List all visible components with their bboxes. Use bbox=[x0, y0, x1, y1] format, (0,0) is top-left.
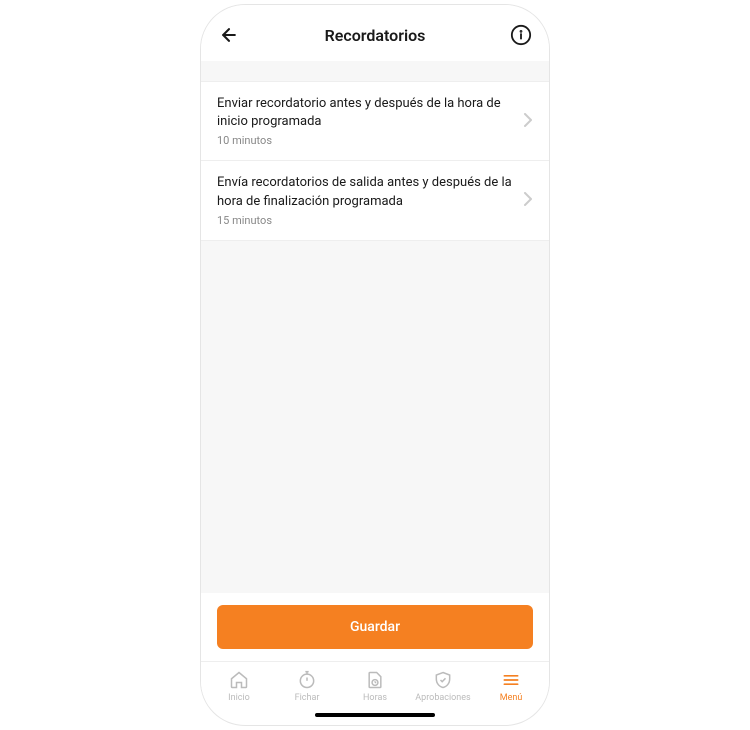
item-text: Enviar recordatorio antes y después de l… bbox=[217, 95, 523, 147]
stopwatch-icon bbox=[297, 670, 317, 690]
tab-menu[interactable]: Menú bbox=[477, 670, 545, 703]
tab-inicio[interactable]: Inicio bbox=[205, 670, 273, 703]
tab-label: Horas bbox=[363, 693, 387, 703]
chevron-right-icon bbox=[523, 191, 533, 210]
reminder-end-item[interactable]: Envía recordatorios de salida antes y de… bbox=[201, 161, 549, 240]
home-indicator bbox=[315, 713, 435, 717]
item-title: Enviar recordatorio antes y después de l… bbox=[217, 95, 513, 131]
tab-label: Inicio bbox=[228, 693, 250, 703]
arrow-left-icon bbox=[219, 25, 239, 45]
item-text: Envía recordatorios de salida antes y de… bbox=[217, 174, 523, 226]
tab-fichar[interactable]: Fichar bbox=[273, 670, 341, 703]
tab-label: Menú bbox=[500, 693, 523, 703]
menu-icon bbox=[501, 670, 521, 690]
shield-check-icon bbox=[433, 670, 453, 690]
item-subtitle: 15 minutos bbox=[217, 214, 513, 227]
back-button[interactable] bbox=[217, 23, 241, 47]
tab-aprobaciones[interactable]: Aprobaciones bbox=[409, 670, 477, 703]
home-icon bbox=[229, 670, 249, 690]
save-button[interactable]: Guardar bbox=[217, 605, 533, 649]
tab-label: Aprobaciones bbox=[415, 693, 470, 703]
chevron-right-icon bbox=[523, 112, 533, 131]
phone-frame: Recordatorios Enviar recordatorio antes … bbox=[201, 5, 549, 725]
item-subtitle: 10 minutos bbox=[217, 134, 513, 147]
timesheet-icon bbox=[365, 670, 385, 690]
tab-label: Fichar bbox=[295, 693, 320, 703]
item-title: Envía recordatorios de salida antes y de… bbox=[217, 174, 513, 210]
info-icon bbox=[510, 24, 532, 46]
reminder-start-item[interactable]: Enviar recordatorio antes y después de l… bbox=[201, 81, 549, 161]
content-area: Enviar recordatorio antes y después de l… bbox=[201, 61, 549, 593]
header: Recordatorios bbox=[201, 5, 549, 61]
info-button[interactable] bbox=[509, 23, 533, 47]
tabbar: Inicio Fichar Horas Aprobaciones Menú bbox=[201, 661, 549, 707]
tab-horas[interactable]: Horas bbox=[341, 670, 409, 703]
page-title: Recordatorios bbox=[325, 26, 426, 45]
footer-button-area: Guardar bbox=[201, 593, 549, 661]
